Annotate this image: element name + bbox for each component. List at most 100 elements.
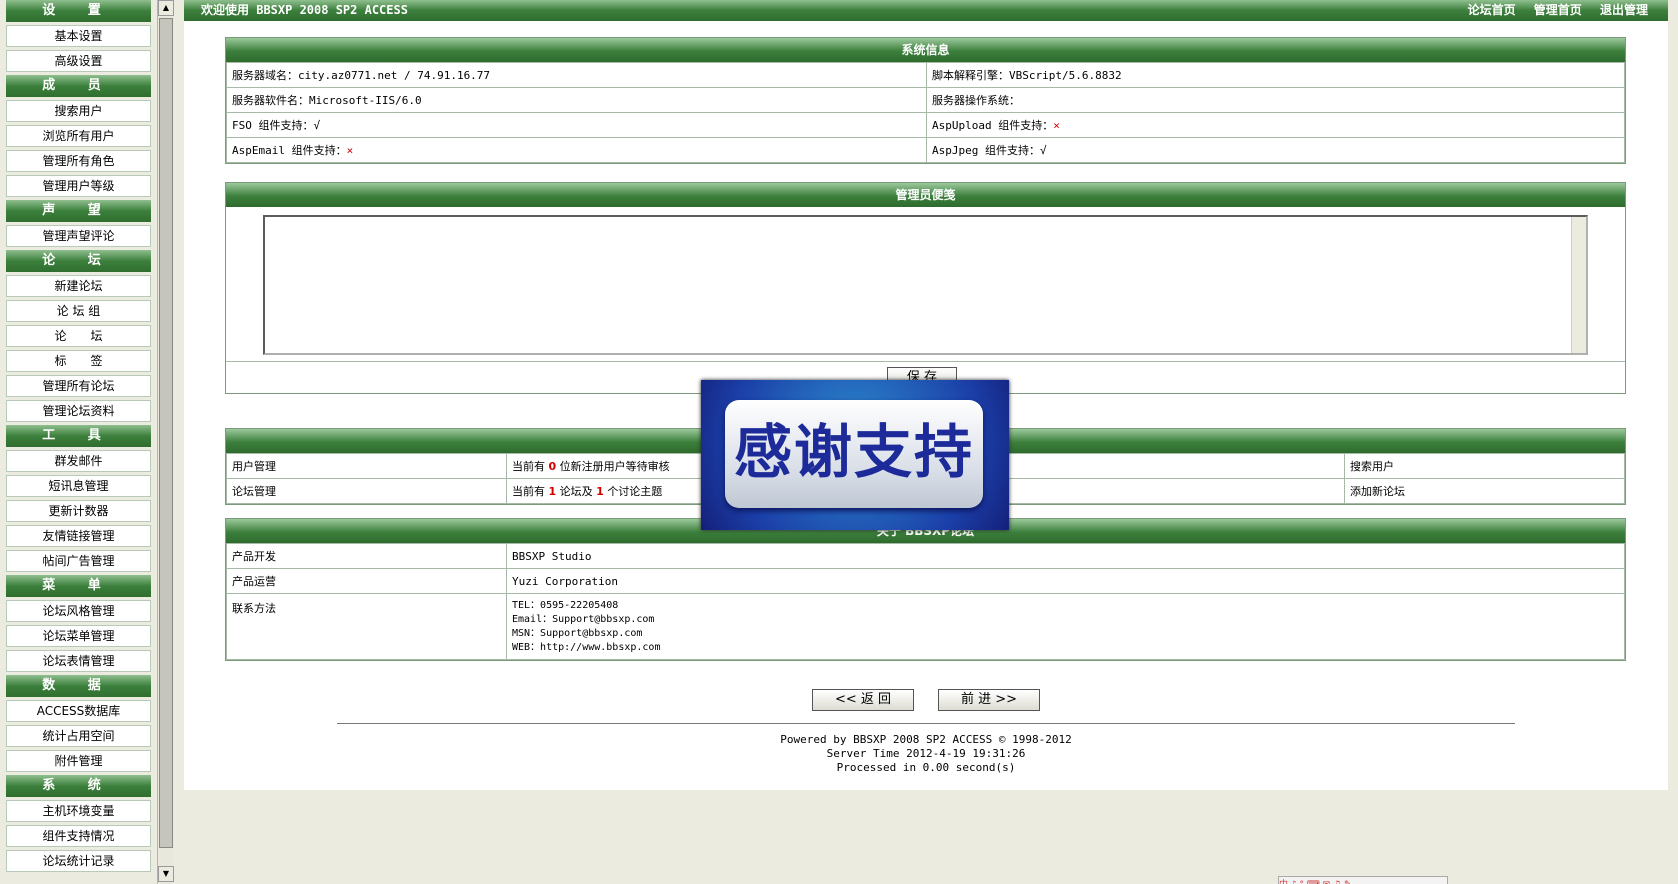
system-info-panel: 系统信息 服务器域名：city.az0771.net / 74.91.16.77… — [225, 37, 1626, 164]
forum-management-label: 论坛管理 — [226, 478, 507, 504]
contact-info: TEL：0595-22205408 Email：Support@bbsxp.co… — [506, 593, 1625, 660]
scroll-thumb[interactable] — [159, 18, 173, 848]
admin-memo-panel: 管理员便笺 保 存 — [225, 182, 1626, 394]
cross-icon: × — [1053, 119, 1060, 132]
forum-home-link[interactable]: 论坛首页 — [1468, 3, 1516, 17]
user-management-label: 用户管理 — [226, 453, 507, 479]
sidebar-item[interactable]: 短讯息管理 — [6, 475, 151, 497]
about-panel: 关于 BBSXP论坛 产品开发 BBSXP Studio 产品运营 Yuzi C… — [225, 518, 1626, 661]
sidebar-item[interactable]: 主机环境变量 — [6, 800, 151, 822]
table-row: 产品运营 Yuzi Corporation — [226, 568, 1625, 594]
sidebar-menu: 设 置基本设置高级设置成 员搜索用户浏览所有用户 管理所有角色 管理用户等级声 望管… — [6, 0, 151, 875]
ops-value: Yuzi Corporation — [506, 568, 1625, 594]
add-forum-link[interactable]: 添加新论坛 — [1344, 478, 1625, 504]
sidebar-item[interactable]: 新建论坛 — [6, 275, 151, 297]
cross-icon: × — [346, 144, 354, 157]
user-suffix: 位新注册用户等待审核 — [559, 460, 670, 473]
server-os: 服务器操作系统： — [926, 87, 1625, 113]
memo-textarea[interactable] — [263, 215, 1588, 355]
back-button[interactable]: << 返 回 — [812, 689, 914, 711]
aspjpeg-label: AspJpeg 组件支持： — [932, 144, 1040, 157]
aspemail-support: AspEmail 组件支持：× — [226, 137, 927, 163]
sidebar-item[interactable]: 统计占用空间 — [6, 725, 151, 747]
dev-label: 产品开发 — [226, 543, 507, 569]
pending-user-count: 0 — [548, 460, 557, 473]
contact-tel: TEL：0595-22205408 — [512, 600, 619, 611]
sidebar-item[interactable]: 论坛菜单管理 — [6, 625, 151, 647]
sidebar-item[interactable]: 管理所有角色 — [6, 150, 151, 172]
contact-msn: MSN：Support@bbsxp.com — [512, 628, 643, 639]
divider — [226, 361, 1625, 362]
user-prefix: 当前有 — [512, 460, 545, 473]
server-time: Server Time 2012-4-19 19:31:26 — [826, 747, 1026, 760]
sidebar-item[interactable]: 论 坛 — [6, 325, 151, 347]
admin-memo-title: 管理员便笺 — [226, 183, 1625, 207]
sidebar-item[interactable]: 管理所有论坛 — [6, 375, 151, 397]
sidebar-item[interactable]: 管理论坛资料 — [6, 400, 151, 422]
aspupload-support: AspUpload 组件支持：× — [926, 112, 1625, 138]
sidebar-item[interactable]: 组件支持情况 — [6, 825, 151, 847]
server-domain: 服务器域名：city.az0771.net / 74.91.16.77 — [226, 62, 927, 88]
sidebar-item[interactable]: 论坛统计记录 — [6, 850, 151, 872]
sidebar-section-title: 菜 单 — [6, 575, 151, 597]
sidebar-section-title: 设 置 — [6, 0, 151, 22]
forum-count: 1 — [548, 485, 557, 498]
sidebar-item[interactable]: 帖间广告管理 — [6, 550, 151, 572]
search-user-link[interactable]: 搜索用户 — [1344, 453, 1625, 479]
sidebar-item[interactable]: 更新计数器 — [6, 500, 151, 522]
dev-value: BBSXP Studio — [506, 543, 1625, 569]
forward-button[interactable]: 前 进 >> — [938, 689, 1040, 711]
sidebar: 设 置基本设置高级设置成 员搜索用户浏览所有用户 管理所有角色 管理用户等级声 望管… — [0, 0, 157, 884]
sidebar-section-title: 工 具 — [6, 425, 151, 447]
logout-link[interactable]: 退出管理 — [1600, 3, 1648, 17]
sidebar-item[interactable]: 管理用户等级 — [6, 175, 151, 197]
sidebar-item[interactable]: 群发邮件 — [6, 450, 151, 472]
sidebar-scrollbar[interactable]: ▲ ▼ — [157, 0, 174, 884]
table-row: 联系方法 TEL：0595-22205408 Email：Support@bbs… — [226, 593, 1625, 660]
table-row: 产品开发 BBSXP Studio — [226, 543, 1625, 569]
powered-by: Powered by BBSXP 2008 SP2 ACCESS © 1998-… — [780, 733, 1072, 746]
scroll-up-icon[interactable]: ▲ — [158, 0, 174, 16]
sidebar-item[interactable]: 管理声望评论 — [6, 225, 151, 247]
table-row: 服务器域名：city.az0771.net / 74.91.16.77 脚本解释… — [226, 62, 1625, 88]
sidebar-section-title: 论 坛 — [6, 250, 151, 272]
system-info-table: 服务器域名：city.az0771.net / 74.91.16.77 脚本解释… — [226, 62, 1625, 163]
server-software: 服务器软件名：Microsoft-IIS/6.0 — [226, 87, 927, 113]
thanks-banner: 感谢支持 — [701, 380, 1009, 530]
memo-scrollbar[interactable] — [1571, 217, 1586, 353]
system-info-title: 系统信息 — [226, 38, 1625, 62]
fso-support: FSO 组件支持：√ — [226, 112, 927, 138]
sidebar-item[interactable]: 论 坛 组 — [6, 300, 151, 322]
admin-home-link[interactable]: 管理首页 — [1534, 3, 1582, 17]
sidebar-item[interactable]: 友情链接管理 — [6, 525, 151, 547]
forum-prefix: 当前有 — [512, 485, 545, 498]
contact-web[interactable]: WEB：http://www.bbsxp.com — [512, 641, 1619, 655]
sidebar-item[interactable]: 搜索用户 — [6, 100, 151, 122]
contact-email: Email：Support@bbsxp.com — [512, 614, 655, 625]
top-links: 论坛首页 管理首页 退出管理 — [1454, 0, 1648, 21]
sidebar-item[interactable]: 附件管理 — [6, 750, 151, 772]
sidebar-item[interactable]: 基本设置 — [6, 25, 151, 47]
top-bar: 欢迎使用 BBSXP 2008 SP2 ACCESS 论坛首页 管理首页 退出管… — [184, 0, 1668, 21]
sidebar-section-title: 成 员 — [6, 75, 151, 97]
sidebar-item[interactable]: 论坛表情管理 — [6, 650, 151, 672]
sidebar-item[interactable]: 论坛风格管理 — [6, 600, 151, 622]
sidebar-item[interactable]: 标 签 — [6, 350, 151, 372]
forum-suffix: 个讨论主题 — [607, 485, 663, 498]
sidebar-item[interactable]: ACCESS数据库 — [6, 700, 151, 722]
ime-toolbar[interactable]: 中 ♪ ° ⌨ ✉ ♫ ✎ — [1278, 876, 1448, 884]
sidebar-item[interactable]: 高级设置 — [6, 50, 151, 72]
sidebar-item[interactable]: 浏览所有用户 — [6, 125, 151, 147]
thanks-text: 感谢支持 — [725, 400, 983, 508]
sidebar-section-title: 数 据 — [6, 675, 151, 697]
topic-count: 1 — [596, 485, 604, 498]
welcome-text: 欢迎使用 BBSXP 2008 SP2 ACCESS — [201, 3, 408, 17]
sidebar-section-title: 声 望 — [6, 200, 151, 222]
check-icon: √ — [313, 119, 321, 132]
footer: Powered by BBSXP 2008 SP2 ACCESS © 1998-… — [184, 733, 1668, 775]
table-row: 服务器软件名：Microsoft-IIS/6.0 服务器操作系统： — [226, 87, 1625, 113]
fso-label: FSO 组件支持： — [232, 119, 314, 132]
footer-divider — [337, 723, 1515, 724]
aspjpeg-support: AspJpeg 组件支持：√ — [926, 137, 1625, 163]
scroll-down-icon[interactable]: ▼ — [158, 866, 174, 882]
